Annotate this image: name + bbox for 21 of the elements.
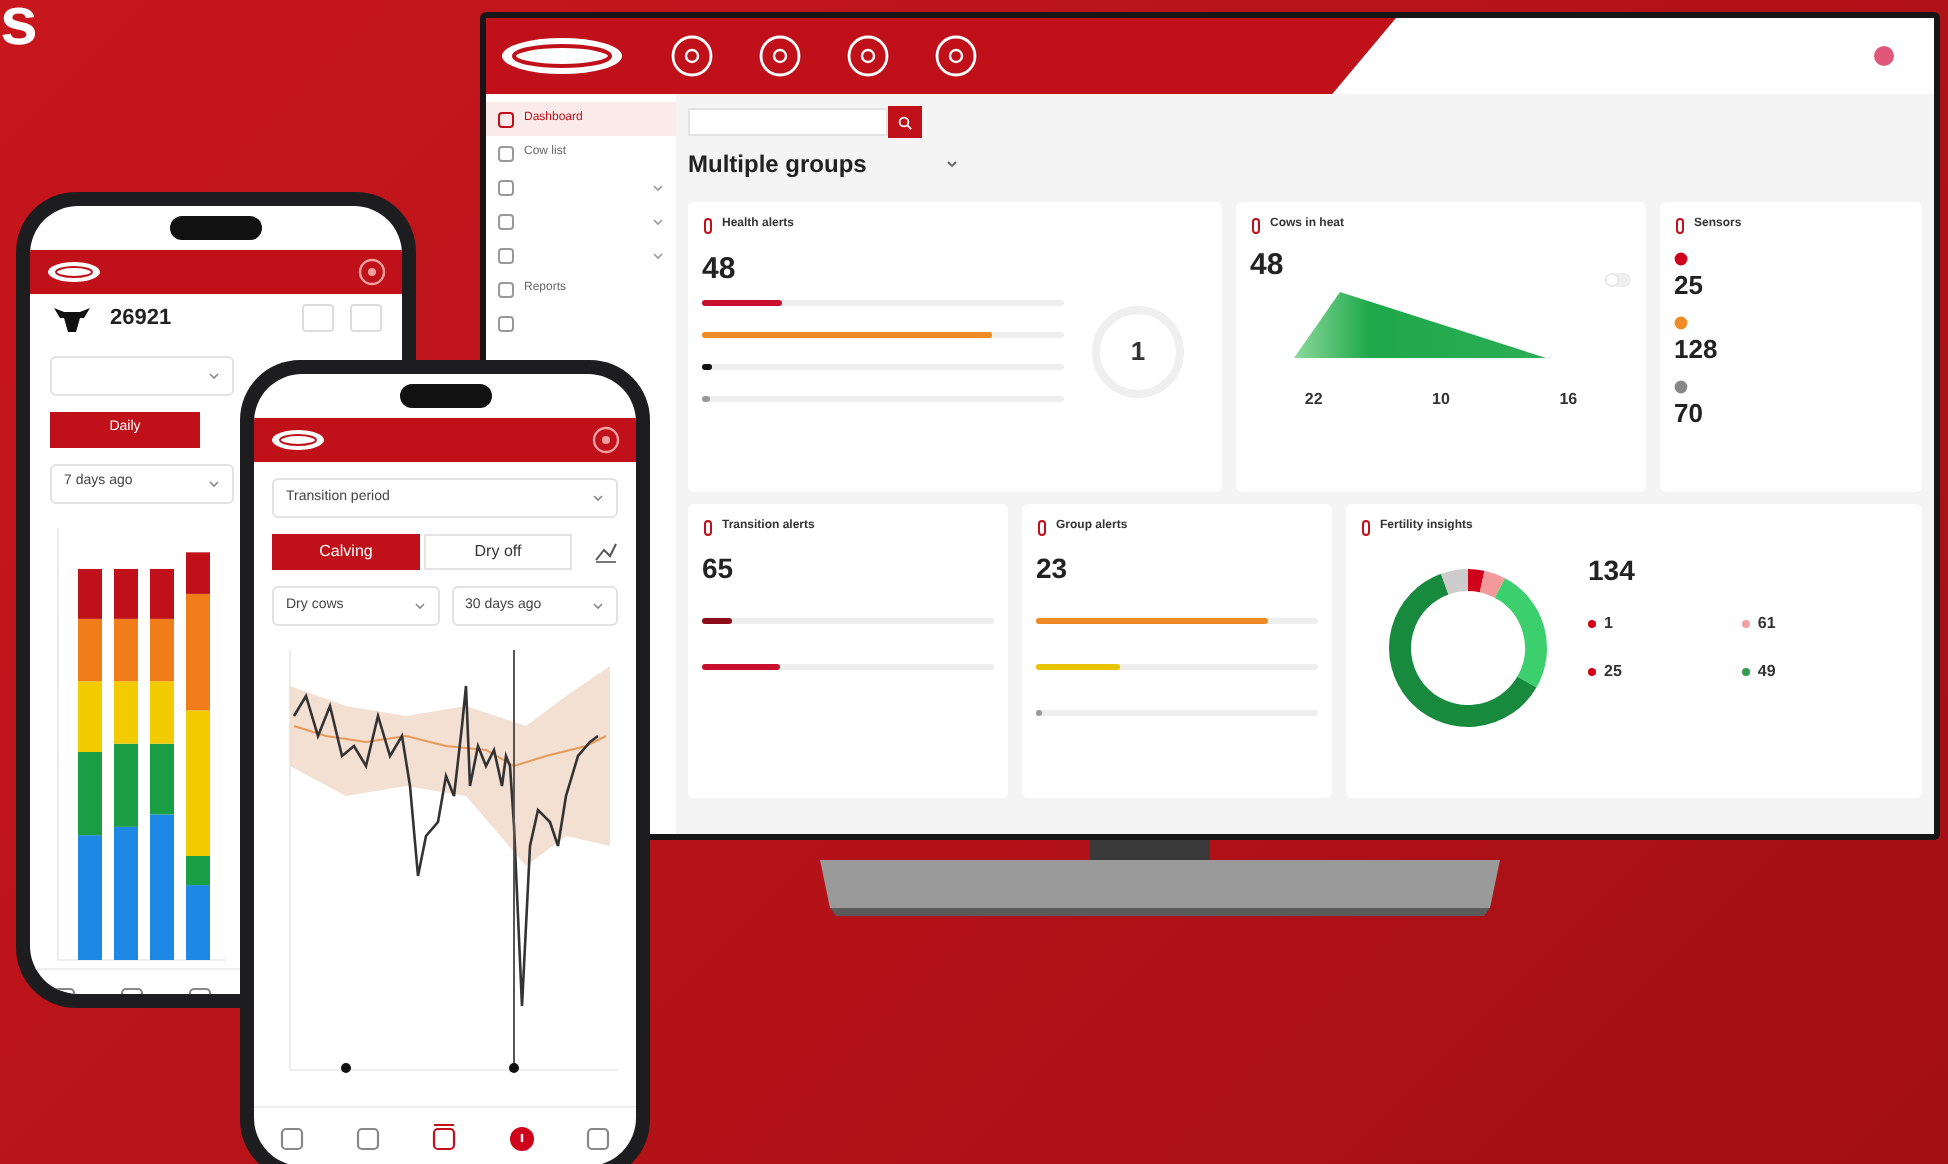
total-value: 48	[1250, 250, 1286, 280]
page-title: Multiple groups	[688, 148, 867, 182]
stat-value: 10	[1432, 388, 1450, 412]
total-value: 134	[1588, 556, 1637, 584]
legend-value: 49	[1757, 660, 1776, 684]
total-value: 65	[702, 554, 736, 582]
total-value: 70	[1674, 400, 1705, 426]
total-value: 23	[1036, 554, 1070, 582]
legend-value: 61	[1757, 612, 1776, 636]
animal-number: 26921	[110, 304, 172, 334]
total-value: 25	[1674, 272, 1705, 298]
legend-value: 25	[1604, 660, 1622, 684]
stat-value: 22	[1304, 388, 1323, 412]
tab[interactable]: Calving	[272, 534, 420, 570]
gauge: 1	[1092, 305, 1184, 397]
total-value: 48	[702, 254, 738, 284]
heading: s	[0, 0, 38, 56]
stat-value: 16	[1559, 388, 1578, 412]
tab[interactable]: Dry off	[424, 534, 572, 570]
legend-value: 1	[1604, 612, 1613, 636]
total-value: 128	[1674, 336, 1720, 362]
